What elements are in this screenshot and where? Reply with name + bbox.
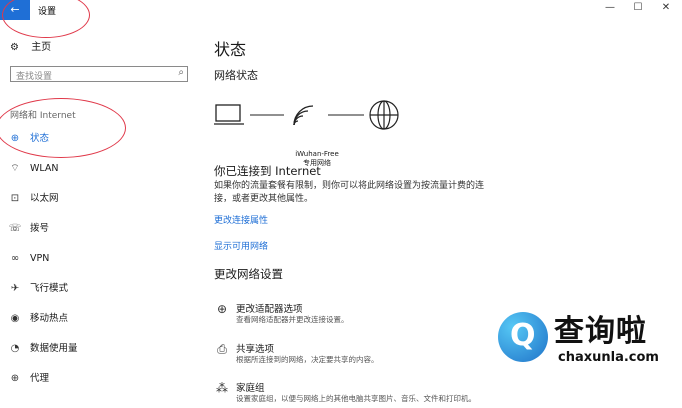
sidebar-item-data-usage[interactable]: ◔ 数据使用量 xyxy=(8,340,188,358)
homegroup-icon: ⁂ xyxy=(216,381,228,395)
watermark-logo-letter: Q xyxy=(510,318,536,353)
network-status-heading: 网络状态 xyxy=(214,69,258,82)
sidebar-item-hotspot[interactable]: ◉ 移动热点 xyxy=(8,310,188,328)
sharing-options-item[interactable]: ⎙ 共享选项 根据所连接到的网络，决定要共享的内容。 xyxy=(214,341,514,369)
search-icon[interactable]: ⌕ xyxy=(178,67,184,78)
hotspot-icon: ◉ xyxy=(10,313,20,324)
sidebar-item-label: WLAN xyxy=(30,163,59,174)
search-placeholder: 查找设置 xyxy=(16,72,53,82)
homegroup-item[interactable]: ⁂ 家庭组 设置家庭组，以便与网络上的其他电脑共享图片、音乐、文件和打印机。 xyxy=(214,380,514,408)
sidebar-item-label: 代理 xyxy=(30,373,50,384)
close-button[interactable]: ✕ xyxy=(656,2,676,13)
sidebar-home[interactable]: ⚙ 主页 xyxy=(10,38,51,53)
title-bar: ← 设置 — ☐ ✕ xyxy=(0,0,682,20)
sidebar: ⚙ 主页 查找设置 ⌕ 网络和 Internet ⊕ 状态 ⌔ WLAN ⊡ 以太网 … xyxy=(0,20,196,400)
sidebar-item-label: 数据使用量 xyxy=(30,343,78,354)
page-title: 状态 xyxy=(214,40,247,59)
sidebar-item-proxy[interactable]: ⊕ 代理 xyxy=(8,370,188,388)
sidebar-item-vpn[interactable]: ∞ VPN xyxy=(8,250,188,268)
sidebar-item-label: 以太网 xyxy=(30,193,59,204)
connection-diagram-svg xyxy=(214,100,399,130)
internet-globe-icon xyxy=(369,100,399,130)
option-desc: 设置家庭组，以便与网络上的其他电脑共享图片、音乐、文件和打印机。 xyxy=(236,394,476,403)
wifi-signal-icon xyxy=(293,105,314,126)
adapter-icon: ⊕ xyxy=(216,302,228,316)
vpn-icon: ∞ xyxy=(10,253,20,264)
data-usage-icon: ◔ xyxy=(10,343,20,354)
option-desc: 查看网络适配器并更改连接设置。 xyxy=(236,315,349,324)
sidebar-item-airplane[interactable]: ✈ 飞行模式 xyxy=(8,280,188,298)
watermark-logo-icon: Q xyxy=(498,312,548,362)
sidebar-item-label: 飞行模式 xyxy=(30,283,69,294)
watermark: Q 查询啦 chaxunla.com xyxy=(498,306,674,376)
sidebar-item-wlan[interactable]: ⌔ WLAN xyxy=(8,160,188,178)
change-connection-properties-link[interactable]: 更改连接属性 xyxy=(214,213,268,226)
option-title: 家庭组 xyxy=(236,383,265,394)
home-label: 主页 xyxy=(31,42,52,53)
sidebar-item-dialup[interactable]: ☏ 拨号 xyxy=(8,220,188,238)
annotation-oval-status xyxy=(0,98,126,158)
connection-status-title: 你已连接到 Internet xyxy=(214,164,321,178)
connection-status-desc: 如果你的流量套餐有限制，则你可以将此网络设置为按流量计费的连接，或者更改其他属性… xyxy=(214,181,485,204)
dialup-icon: ☏ xyxy=(8,223,22,234)
show-available-networks-link[interactable]: 显示可用网络 xyxy=(214,239,268,252)
option-title: 共享选项 xyxy=(236,344,275,355)
network-diagram: iWuhan-Free 专用网络 xyxy=(214,98,414,168)
sidebar-item-label: 移动热点 xyxy=(30,313,69,324)
gear-icon: ⚙ xyxy=(10,42,19,53)
change-network-settings-heading: 更改网络设置 xyxy=(214,267,283,281)
option-desc: 根据所连接到的网络，决定要共享的内容。 xyxy=(236,355,379,364)
minimize-button[interactable]: — xyxy=(600,2,620,13)
laptop-icon xyxy=(214,104,244,125)
sidebar-item-label: VPN xyxy=(30,253,50,264)
search-input[interactable]: 查找设置 ⌕ xyxy=(10,66,188,82)
ssid-name: iWuhan-Free xyxy=(295,150,339,158)
watermark-text: 查询啦 xyxy=(554,314,647,349)
sidebar-item-label: 拨号 xyxy=(30,223,50,234)
adapter-options-item[interactable]: ⊕ 更改适配器选项 查看网络适配器并更改连接设置。 xyxy=(214,301,514,329)
airplane-icon: ✈ xyxy=(10,283,20,294)
wifi-icon: ⌔ xyxy=(10,163,20,174)
ethernet-icon: ⊡ xyxy=(10,193,20,204)
sharing-icon: ⎙ xyxy=(217,342,227,356)
option-title: 更改适配器选项 xyxy=(236,304,303,315)
maximize-button[interactable]: ☐ xyxy=(628,2,648,13)
watermark-url: chaxunla.com xyxy=(558,350,659,365)
sidebar-item-ethernet[interactable]: ⊡ 以太网 xyxy=(8,190,188,208)
globe-icon: ⊕ xyxy=(10,373,20,384)
